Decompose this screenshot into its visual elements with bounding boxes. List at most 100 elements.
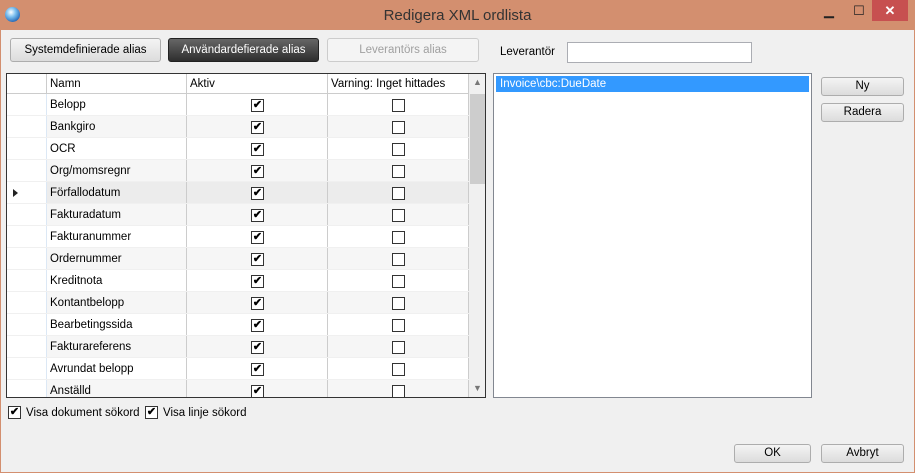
cell-active[interactable]: ✔	[187, 116, 328, 137]
row-header[interactable]	[7, 138, 47, 159]
cell-active[interactable]: ✔	[187, 358, 328, 379]
warning-checkbox[interactable]	[392, 187, 405, 200]
cell-warning[interactable]	[328, 226, 469, 247]
row-header[interactable]	[7, 248, 47, 269]
maximize-button[interactable]: ☐	[845, 0, 873, 21]
cell-active[interactable]: ✔	[187, 138, 328, 159]
delete-button[interactable]: Radera	[821, 103, 904, 122]
row-header[interactable]	[7, 336, 47, 357]
cell-name[interactable]: Kreditnota	[47, 270, 187, 291]
supplier-alias-button[interactable]: Leverantörs alias	[327, 38, 479, 62]
active-checkbox[interactable]: ✔	[251, 143, 264, 156]
row-header[interactable]	[7, 314, 47, 335]
cell-warning[interactable]	[328, 336, 469, 357]
cell-active[interactable]: ✔	[187, 160, 328, 181]
supplier-input[interactable]	[567, 42, 752, 63]
cell-warning[interactable]	[328, 314, 469, 335]
active-checkbox[interactable]: ✔	[251, 99, 264, 112]
cell-name[interactable]: Ordernummer	[47, 248, 187, 269]
active-checkbox[interactable]: ✔	[251, 341, 264, 354]
row-header[interactable]	[7, 204, 47, 225]
table-row[interactable]: Fakturanummer ✔	[7, 226, 469, 248]
cell-active[interactable]: ✔	[187, 314, 328, 335]
cell-warning[interactable]	[328, 138, 469, 159]
warning-checkbox[interactable]	[392, 385, 405, 397]
cell-name[interactable]: Bankgiro	[47, 116, 187, 137]
cell-active[interactable]: ✔	[187, 292, 328, 313]
cell-name[interactable]: Avrundat belopp	[47, 358, 187, 379]
cell-warning[interactable]	[328, 204, 469, 225]
active-checkbox[interactable]: ✔	[251, 187, 264, 200]
table-row[interactable]: Avrundat belopp ✔	[7, 358, 469, 380]
checkbox-icon[interactable]: ✔	[8, 406, 21, 419]
table-row[interactable]: Ordernummer ✔	[7, 248, 469, 270]
cell-name[interactable]: Fakturanummer	[47, 226, 187, 247]
active-checkbox[interactable]: ✔	[251, 275, 264, 288]
table-row[interactable]: Belopp ✔	[7, 94, 469, 116]
cell-active[interactable]: ✔	[187, 336, 328, 357]
user-alias-button[interactable]: Användardefierade alias	[168, 38, 319, 62]
active-checkbox[interactable]: ✔	[251, 363, 264, 376]
cell-active[interactable]: ✔	[187, 94, 328, 115]
warning-checkbox[interactable]	[392, 209, 405, 222]
warning-checkbox[interactable]	[392, 143, 405, 156]
active-checkbox[interactable]: ✔	[251, 297, 264, 310]
checkbox-icon[interactable]: ✔	[145, 406, 158, 419]
row-header[interactable]	[7, 270, 47, 291]
active-checkbox[interactable]: ✔	[251, 209, 264, 222]
cell-warning[interactable]	[328, 270, 469, 291]
cell-warning[interactable]	[328, 358, 469, 379]
row-header[interactable]	[7, 358, 47, 379]
warning-checkbox[interactable]	[392, 99, 405, 112]
table-row[interactable]: Anställd ✔	[7, 380, 469, 397]
new-button[interactable]: Ny	[821, 77, 904, 96]
cell-name[interactable]: Kontantbelopp	[47, 292, 187, 313]
active-checkbox[interactable]: ✔	[251, 385, 264, 397]
row-header[interactable]	[7, 292, 47, 313]
ok-button[interactable]: OK	[734, 444, 811, 463]
row-header[interactable]	[7, 94, 47, 115]
warning-checkbox[interactable]	[392, 231, 405, 244]
cell-active[interactable]: ✔	[187, 204, 328, 225]
table-row[interactable]: Kreditnota ✔	[7, 270, 469, 292]
active-checkbox[interactable]: ✔	[251, 319, 264, 332]
scroll-thumb[interactable]	[470, 94, 485, 184]
table-row[interactable]: Org/momsregnr ✔	[7, 160, 469, 182]
table-row[interactable]: OCR ✔	[7, 138, 469, 160]
warning-checkbox[interactable]	[392, 253, 405, 266]
cell-warning[interactable]	[328, 94, 469, 115]
table-row[interactable]: Bankgiro ✔	[7, 116, 469, 138]
alias-list[interactable]: Invoice\cbc:DueDate	[493, 73, 812, 398]
cell-name[interactable]: OCR	[47, 138, 187, 159]
cell-name[interactable]: Fakturareferens	[47, 336, 187, 357]
cancel-button[interactable]: Avbryt	[821, 444, 904, 463]
row-header[interactable]	[7, 182, 47, 203]
cell-active[interactable]: ✔	[187, 270, 328, 291]
table-row[interactable]: Förfallodatum ✔	[7, 182, 469, 204]
cell-name[interactable]: Förfallodatum	[47, 182, 187, 203]
active-checkbox[interactable]: ✔	[251, 121, 264, 134]
warning-checkbox[interactable]	[392, 297, 405, 310]
cell-warning[interactable]	[328, 160, 469, 181]
scroll-up-icon[interactable]: ▲	[469, 77, 485, 87]
cell-warning[interactable]	[328, 380, 469, 397]
warning-checkbox[interactable]	[392, 275, 405, 288]
close-button[interactable]: ✕	[872, 0, 908, 21]
vertical-scrollbar[interactable]: ▲ ▼	[469, 74, 485, 397]
active-checkbox[interactable]: ✔	[251, 165, 264, 178]
warning-checkbox[interactable]	[392, 363, 405, 376]
cell-active[interactable]: ✔	[187, 226, 328, 247]
table-row[interactable]: Kontantbelopp ✔	[7, 292, 469, 314]
warning-checkbox[interactable]	[392, 319, 405, 332]
minimize-button[interactable]: ▁	[815, 0, 843, 21]
cell-active[interactable]: ✔	[187, 248, 328, 269]
cell-name[interactable]: Fakturadatum	[47, 204, 187, 225]
table-row[interactable]: Fakturadatum ✔	[7, 204, 469, 226]
cell-warning[interactable]	[328, 292, 469, 313]
warning-checkbox[interactable]	[392, 165, 405, 178]
cell-name[interactable]: Bearbetingssida	[47, 314, 187, 335]
warning-checkbox[interactable]	[392, 341, 405, 354]
row-header[interactable]	[7, 116, 47, 137]
scroll-down-icon[interactable]: ▼	[469, 383, 485, 393]
cell-warning[interactable]	[328, 248, 469, 269]
